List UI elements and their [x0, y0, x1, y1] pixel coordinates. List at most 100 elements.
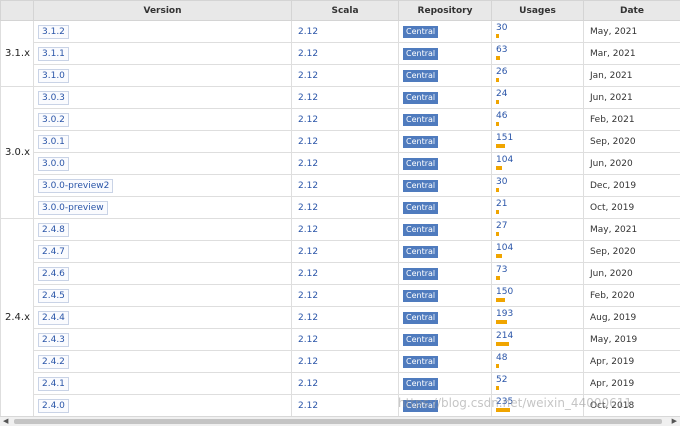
release-date: Mar, 2021 — [583, 42, 680, 65]
scala-version[interactable]: 2.12 — [291, 218, 399, 241]
usages-link[interactable]: 235 — [496, 397, 583, 407]
table-row: 3.0.2 2.12 Central 46 Feb, 2021 — [1, 108, 680, 131]
scala-header[interactable]: Scala — [291, 0, 399, 21]
scala-version[interactable]: 2.12 — [291, 130, 399, 153]
usage-bar — [496, 364, 499, 368]
scala-version[interactable]: 2.12 — [291, 86, 399, 109]
arrow-left-icon[interactable]: ◀ — [3, 417, 8, 426]
usage-bar — [496, 78, 499, 82]
scala-version[interactable]: 2.12 — [291, 306, 399, 329]
usages-link[interactable]: 151 — [496, 133, 583, 143]
version-link[interactable]: 2.4.6 — [38, 266, 69, 281]
version-link[interactable]: 3.1.1 — [38, 46, 69, 61]
arrow-right-icon[interactable]: ▶ — [672, 417, 677, 426]
repository-badge[interactable]: Central — [403, 223, 439, 236]
scala-version[interactable]: 2.12 — [291, 64, 399, 87]
usage-bar — [496, 386, 499, 390]
version-group-label: 2.4.x — [0, 218, 34, 416]
version-link[interactable]: 3.0.1 — [38, 134, 69, 149]
release-date: Apr, 2019 — [583, 350, 680, 373]
table-header-row: Version Scala Repository Usages Date — [0, 0, 680, 21]
scala-version[interactable]: 2.12 — [291, 42, 399, 65]
repository-badge[interactable]: Central — [403, 377, 439, 390]
version-link[interactable]: 2.4.5 — [38, 288, 69, 303]
usages-link[interactable]: 46 — [496, 111, 583, 121]
usages-link[interactable]: 27 — [496, 221, 583, 231]
usages-link[interactable]: 104 — [496, 155, 583, 165]
repository-badge[interactable]: Central — [403, 135, 439, 148]
version-link[interactable]: 3.0.0-preview — [38, 200, 108, 215]
repository-badge[interactable]: Central — [403, 69, 439, 82]
repository-header[interactable]: Repository — [398, 0, 492, 21]
usages-link[interactable]: 48 — [496, 353, 583, 363]
scala-version[interactable]: 2.12 — [291, 174, 399, 197]
scala-version[interactable]: 2.12 — [291, 372, 399, 395]
repository-badge[interactable]: Central — [403, 289, 439, 302]
versions-table-container: Version Scala Repository Usages Date 3.1… — [0, 0, 680, 416]
scala-version[interactable]: 2.12 — [291, 284, 399, 307]
scala-version[interactable]: 2.12 — [291, 196, 399, 219]
version-link[interactable]: 3.0.0 — [38, 156, 69, 171]
version-header[interactable]: Version — [33, 0, 292, 21]
version-link[interactable]: 2.4.3 — [38, 332, 69, 347]
scala-version[interactable]: 2.12 — [291, 20, 399, 43]
repository-badge[interactable]: Central — [403, 355, 439, 368]
release-date: Sep, 2020 — [583, 240, 680, 263]
scala-version[interactable]: 2.12 — [291, 350, 399, 373]
repository-badge[interactable]: Central — [403, 311, 439, 324]
usages-header[interactable]: Usages — [491, 0, 584, 21]
version-link[interactable]: 3.0.0-preview2 — [38, 178, 114, 193]
repository-badge[interactable]: Central — [403, 47, 439, 60]
version-link[interactable]: 2.4.2 — [38, 354, 69, 369]
scala-version[interactable]: 2.12 — [291, 328, 399, 351]
usages-link[interactable]: 193 — [496, 309, 583, 319]
scala-version[interactable]: 2.12 — [291, 152, 399, 175]
table-row: 3.1.1 2.12 Central 63 Mar, 2021 — [1, 42, 680, 65]
table-row: 2.4.4 2.12 Central 193 Aug, 2019 — [1, 306, 680, 329]
repository-badge[interactable]: Central — [403, 91, 439, 104]
repository-badge[interactable]: Central — [403, 113, 439, 126]
repository-badge[interactable]: Central — [403, 201, 439, 214]
version-link[interactable]: 2.4.7 — [38, 244, 69, 259]
repository-badge[interactable]: Central — [403, 333, 439, 346]
scala-version[interactable]: 2.12 — [291, 394, 399, 416]
usages-link[interactable]: 63 — [496, 45, 583, 55]
usage-bar — [496, 342, 509, 346]
usages-link[interactable]: 214 — [496, 331, 583, 341]
usages-link[interactable]: 30 — [496, 23, 583, 33]
scala-version[interactable]: 2.12 — [291, 262, 399, 285]
usage-bar — [496, 210, 499, 214]
usages-link[interactable]: 26 — [496, 67, 583, 77]
version-link[interactable]: 3.0.3 — [38, 90, 69, 105]
usages-link[interactable]: 104 — [496, 243, 583, 253]
scrollbar-thumb[interactable] — [14, 419, 662, 424]
usages-link[interactable]: 24 — [496, 89, 583, 99]
version-link[interactable]: 2.4.0 — [38, 398, 69, 413]
version-link[interactable]: 2.4.8 — [38, 222, 69, 237]
repository-badge[interactable]: Central — [403, 157, 439, 170]
scala-version[interactable]: 2.12 — [291, 240, 399, 263]
usages-link[interactable]: 73 — [496, 265, 583, 275]
version-link[interactable]: 2.4.1 — [38, 376, 69, 391]
version-link[interactable]: 2.4.4 — [38, 310, 69, 325]
release-date: May, 2021 — [583, 20, 680, 43]
usages-link[interactable]: 30 — [496, 177, 583, 187]
release-date: May, 2021 — [583, 218, 680, 241]
repository-badge[interactable]: Central — [403, 245, 439, 258]
repository-badge[interactable]: Central — [403, 267, 439, 280]
repository-badge[interactable]: Central — [403, 25, 439, 38]
horizontal-scrollbar[interactable]: ◀ ▶ — [0, 416, 680, 426]
table-row: 3.0.1 2.12 Central 151 Sep, 2020 — [1, 130, 680, 153]
table-body: 3.1.x 3.1.2 2.12 Central 30 May, 2021 3.1.1 2.1… — [0, 20, 680, 416]
version-link[interactable]: 3.0.2 — [38, 112, 69, 127]
repository-badge[interactable]: Central — [403, 179, 439, 192]
usages-link[interactable]: 150 — [496, 287, 583, 297]
usages-link[interactable]: 52 — [496, 375, 583, 385]
usages-link[interactable]: 21 — [496, 199, 583, 209]
version-link[interactable]: 3.1.0 — [38, 68, 69, 83]
version-link[interactable]: 3.1.2 — [38, 24, 69, 39]
scala-version[interactable]: 2.12 — [291, 108, 399, 131]
version-group-label: 3.0.x — [0, 86, 34, 219]
date-header[interactable]: Date — [583, 0, 680, 21]
repository-badge[interactable]: Central — [403, 399, 439, 412]
